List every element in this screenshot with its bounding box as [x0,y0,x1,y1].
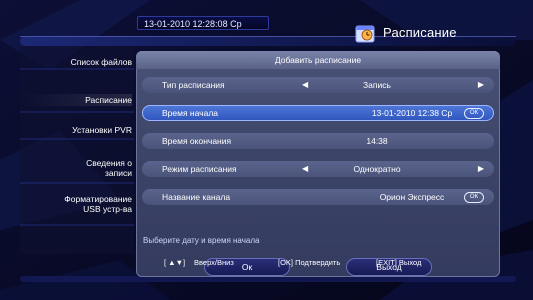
end-time-row[interactable]: Время окончания 14:38 [142,133,494,149]
key-hints-footer: [ ▲▼] Вверх/Вниз [OK] Подтвердить [EXIT]… [150,255,490,271]
sidebar-item-label-line2: USB устр-ва [83,204,132,214]
sidebar-item-label: Установки PVR [72,125,132,135]
sidebar-item-file-list[interactable]: Список файлов [22,57,132,67]
row-value: 14:38 [366,136,388,146]
sidebar-item-pvr-settings[interactable]: Установки PVR [22,125,132,135]
row-label: Время начала [162,108,219,118]
schedule-type-row[interactable]: Тип расписания ◀ Запись ▶ [142,77,494,93]
hint-text: Выберите дату и время начала [143,236,260,245]
calendar-clock-icon [355,25,375,43]
sidebar-item-label-line1: Форматирование [64,194,132,204]
sidebar-item-schedule[interactable]: Расписание [22,94,132,106]
row-label: Тип расписания [162,80,225,90]
arrow-right-icon[interactable]: ▶ [478,161,484,177]
row-label: Время окончания [162,136,232,146]
page-title: Расписание [383,25,457,40]
sidebar-item-label-line2: записи [105,168,132,178]
footer-confirm: [OK] Подтвердить [278,258,341,267]
up-down-arrows-icon: [ ▲▼] [164,258,186,267]
schedule-mode-row[interactable]: Режим расписания ◀ Однократно ▶ [142,161,494,177]
start-time-row[interactable]: Время начала 13-01-2010 12:38 Ср ОК [142,105,494,121]
ok-pill[interactable]: ОК [464,108,484,119]
row-value: Однократно [353,164,401,174]
row-label: Название канала [162,192,231,202]
sidebar-item-format-usb[interactable]: Форматирование USB устр-ва [22,194,132,214]
dialog-title: Добавить расписание [136,51,500,69]
footer-exit: [EXIT] Выход [376,258,422,267]
channel-name-row[interactable]: Название канала Орион Экспресс ОК [142,189,494,205]
sidebar-item-label-line1: Сведения о [86,158,132,168]
ok-pill[interactable]: ОК [464,192,484,203]
arrow-right-icon[interactable]: ▶ [478,77,484,93]
row-value: Запись [363,80,391,90]
sidebar-item-label: Список файлов [70,57,132,67]
sidebar-item-label: Расписание [85,95,132,105]
datetime-display: 13-01-2010 12:28:08 Ср [137,16,269,30]
row-label: Режим расписания [162,164,237,174]
footer-nav: Вверх/Вниз [194,258,234,267]
sidebar-item-recording-info[interactable]: Сведения о записи [22,158,132,178]
